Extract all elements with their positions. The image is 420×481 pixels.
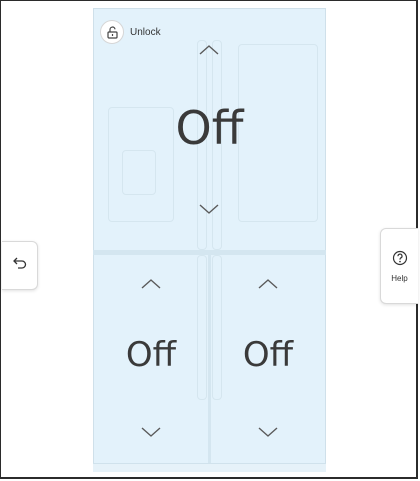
fridge-base <box>93 463 326 472</box>
top-zone-temperature: Off <box>175 101 244 155</box>
handle-lower-right <box>212 255 222 400</box>
bottom-right-temp-up-chevron-icon[interactable] <box>257 277 279 295</box>
unlock-icon <box>100 20 124 44</box>
help-label: Help <box>391 273 408 283</box>
unlock-label: Unlock <box>130 26 161 38</box>
unlock-button[interactable]: Unlock <box>100 19 161 45</box>
help-button[interactable]: Help <box>380 228 418 304</box>
dispenser-cup-outline <box>122 150 156 195</box>
help-icon <box>392 250 408 271</box>
top-temp-down-chevron-icon[interactable] <box>198 202 220 220</box>
handle-lower-left <box>197 255 207 400</box>
bottom-right-temp-down-chevron-icon[interactable] <box>257 425 279 443</box>
bottom-right-zone-temperature: Off <box>242 335 294 375</box>
bottom-left-zone-temperature: Off <box>125 335 177 375</box>
bottom-left-temp-up-chevron-icon[interactable] <box>140 277 162 295</box>
back-arrow-icon <box>12 256 28 275</box>
bottom-left-temp-down-chevron-icon[interactable] <box>140 425 162 443</box>
top-temp-up-chevron-icon[interactable] <box>198 43 220 61</box>
back-button[interactable] <box>2 241 38 290</box>
